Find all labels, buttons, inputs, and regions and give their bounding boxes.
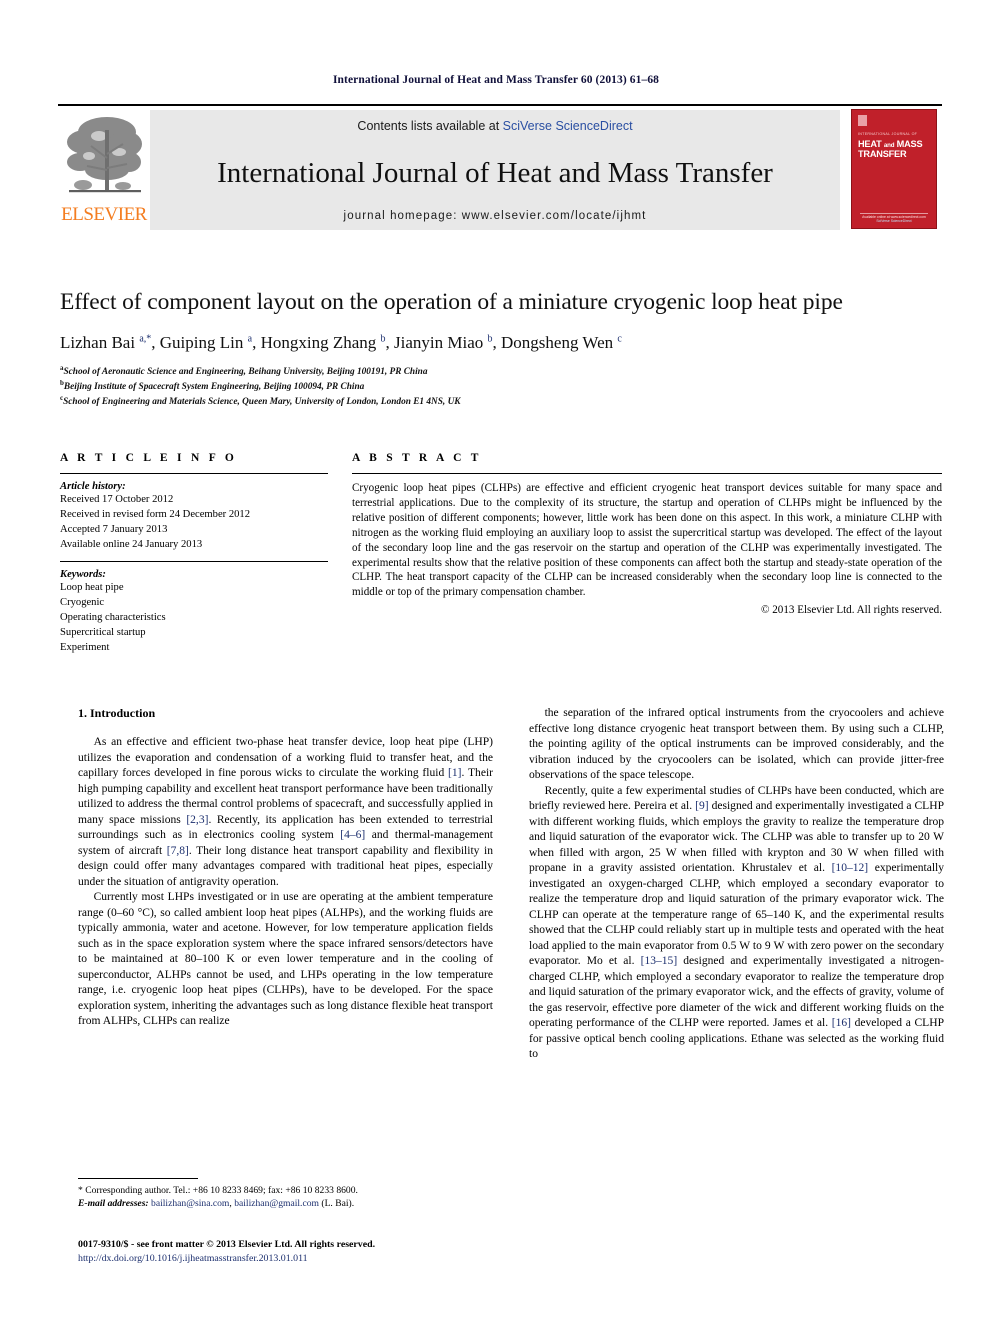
- keywords-list: Loop heat pipe Cryogenic Operating charact…: [60, 580, 328, 655]
- running-head: International Journal of Heat and Mass T…: [332, 74, 660, 86]
- citation-ref[interactable]: [1]: [448, 767, 461, 779]
- affiliation-b: bBeijing Institute of Spacecraft System …: [60, 378, 365, 392]
- cover-title-mass: MASS: [896, 139, 923, 149]
- left-column-paragraphs: As an effective and efficient two-phase …: [78, 735, 493, 1030]
- keyword-item: Supercritical startup: [60, 627, 146, 639]
- paper-page: International Journal of Heat and Mass T…: [0, 0, 992, 1323]
- article-info-column: A R T I C L E I N F O Article history: R…: [60, 452, 328, 655]
- cover-footer: Available online at www.sciencedirect.co…: [860, 215, 928, 224]
- page-title: Effect of component layout on the operat…: [60, 289, 843, 315]
- journal-homepage[interactable]: journal homepage: www.elsevier.com/locat…: [150, 210, 840, 222]
- body-paragraph: Currently most LHPs investigated or in u…: [78, 891, 493, 1028]
- sciencedirect-link[interactable]: SciVerse ScienceDirect: [503, 119, 633, 133]
- journal-banner: Contents lists available at SciVerse Sci…: [150, 110, 840, 230]
- abstract-heading: A B S T R A C T: [352, 452, 482, 464]
- cover-title-transfer: TRANSFER: [858, 148, 907, 159]
- cover-title-heat: HEAT: [858, 139, 882, 149]
- cover-title: HEAT and MASS TRANSFER: [858, 139, 932, 160]
- elsevier-tree-icon: [67, 117, 142, 193]
- keyword-item: Cryogenic: [60, 597, 105, 609]
- doi-line[interactable]: http://dx.doi.org/10.1016/j.ijheatmasstr…: [78, 1252, 578, 1266]
- journal-title: International Journal of Heat and Mass T…: [217, 157, 773, 189]
- bottom-matter: 0017-9310/$ - see front matter © 2013 El…: [78, 1238, 578, 1267]
- contents-prefix: Contents lists available at: [357, 119, 503, 133]
- info-abstract-region: A R T I C L E I N F O Article history: R…: [60, 452, 942, 655]
- keywords-label: Keywords:: [60, 569, 106, 581]
- section-title-introduction: 1. Introduction: [78, 706, 156, 720]
- citation-ref[interactable]: [13–15]: [641, 955, 678, 967]
- keyword-item: Loop heat pipe: [60, 582, 124, 594]
- cover-art: INTERNATIONAL JOURNAL OF HEAT and MASS T…: [851, 109, 937, 229]
- citation-ref[interactable]: [7,8]: [167, 845, 189, 857]
- cover-issn-line: INTERNATIONAL JOURNAL OF: [858, 132, 918, 136]
- body-region: 1. Introduction As an effective and effi…: [78, 706, 944, 1063]
- journal-header: ELSEVIER Contents lists available at Sci…: [58, 104, 942, 234]
- email-link-sina[interactable]: bailizhan@sina.com: [151, 1198, 229, 1209]
- body-column-left: 1. Introduction As an effective and effi…: [78, 706, 493, 1063]
- affiliation-a: aSchool of Aeronautic Science and Engine…: [60, 363, 428, 377]
- article-history-label: Article history:: [60, 481, 126, 492]
- elsevier-logo: ELSEVIER: [58, 106, 150, 234]
- body-paragraph: the separation of the infrared optical i…: [529, 707, 944, 782]
- article-info-rule-top: [60, 473, 328, 474]
- abstract-column: A B S T R A C T Cryogenic loop heat pipe…: [352, 452, 942, 655]
- cover-elsevier-icon: [858, 115, 867, 126]
- body-paragraph: As an effective and efficient two-phase …: [78, 736, 494, 888]
- email-label: E-mail addresses:: [78, 1198, 149, 1210]
- affiliation-list: aSchool of Aeronautic Science and Engine…: [60, 364, 942, 409]
- cover-title-and: and: [883, 142, 895, 149]
- citation-ref[interactable]: [2,3]: [186, 814, 208, 826]
- article-history-item: Received 17 October 2012: [60, 494, 174, 505]
- affiliation-c: cSchool of Engineering and Materials Sci…: [60, 393, 461, 407]
- journal-cover-thumbnail: INTERNATIONAL JOURNAL OF HEAT and MASS T…: [846, 106, 942, 234]
- email-note: E-mail addresses: bailizhan@sina.com, ba…: [78, 1197, 493, 1210]
- elsevier-wordmark: ELSEVIER: [61, 204, 147, 225]
- cover-divider: [860, 213, 928, 214]
- front-matter-line: 0017-9310/$ - see front matter © 2013 El…: [78, 1239, 376, 1250]
- author-list: Lizhan Bai a,*, Guiping Lin a, Hongxing …: [60, 332, 622, 352]
- cover-foot-line2: SciVerse ScienceDirect: [876, 219, 912, 224]
- article-history-list: Received 17 October 2012 Received in revi…: [60, 492, 328, 552]
- title-block: Effect of component layout on the operat…: [60, 288, 942, 408]
- abstract-text: Cryogenic loop heat pipes (CLHPs) are ef…: [352, 482, 942, 599]
- abstract-copyright: © 2013 Elsevier Ltd. All rights reserved…: [761, 604, 942, 617]
- citation-ref[interactable]: [9]: [695, 800, 708, 812]
- right-column-paragraphs: the separation of the infrared optical i…: [529, 706, 944, 1063]
- article-history-item: Received in revised form 24 December 201…: [60, 509, 251, 521]
- article-info-heading: A R T I C L E I N F O: [60, 452, 238, 464]
- article-info-rule-mid: [60, 561, 328, 563]
- abstract-rule-top: [352, 473, 942, 474]
- article-history-item: Available online 24 January 2013: [60, 539, 203, 551]
- keyword-item: Experiment: [60, 642, 110, 654]
- footnote-rule: [78, 1178, 198, 1179]
- footnote-block: * Corresponding author. Tel.: +86 10 823…: [78, 1178, 493, 1211]
- corresponding-author-note: * Corresponding author. Tel.: +86 10 823…: [78, 1185, 358, 1196]
- contents-available-line: Contents lists available at SciVerse Sci…: [150, 119, 840, 133]
- citation-ref[interactable]: [10–12]: [832, 862, 869, 874]
- keyword-item: Operating characteristics: [60, 612, 166, 624]
- citation-ref[interactable]: [4–6]: [340, 829, 365, 841]
- email-link-gmail[interactable]: bailizhan@gmail.com: [234, 1198, 319, 1209]
- body-column-right: the separation of the infrared optical i…: [529, 706, 944, 1063]
- article-history-item: Accepted 7 January 2013: [60, 524, 168, 536]
- body-paragraph: Recently, quite a few experimental studi…: [529, 784, 945, 1061]
- citation-ref[interactable]: [16]: [832, 1017, 851, 1029]
- email-suffix: (L. Bai).: [321, 1198, 355, 1210]
